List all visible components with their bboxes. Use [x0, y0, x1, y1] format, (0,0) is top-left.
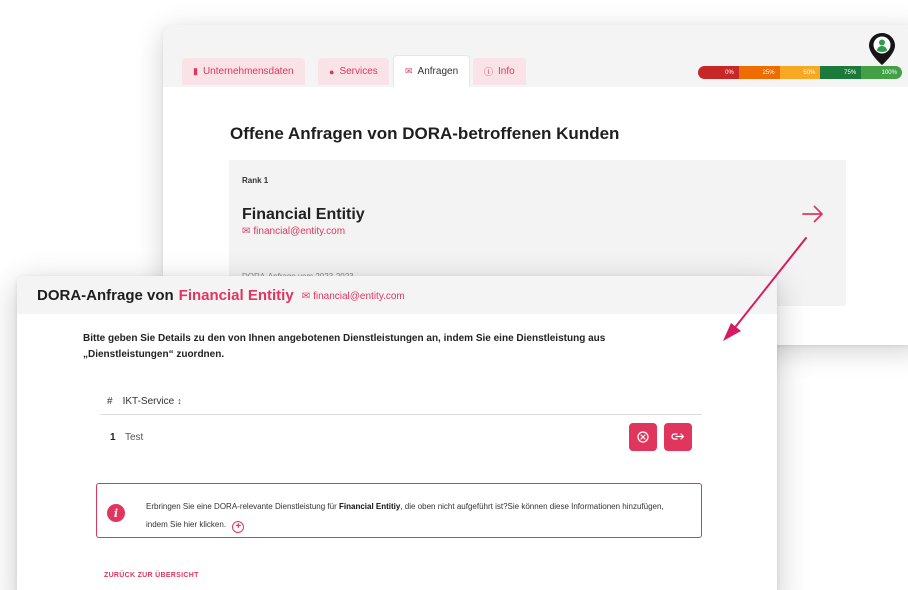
add-service-info-box[interactable]: i Erbringen Sie eine DORA-relevante Dien…: [96, 483, 702, 538]
close-circle-icon: [637, 431, 649, 443]
envelope-icon: ✉: [242, 226, 251, 237]
progress-segment: 50%: [779, 66, 821, 79]
location-pin-icon: [869, 33, 895, 65]
column-ikt-service[interactable]: IKT-Service ↕: [123, 396, 182, 407]
modal-company-name: Financial Entitiy: [178, 286, 294, 304]
modal-email[interactable]: ✉ financial@entity.com: [302, 291, 405, 302]
completion-progress-bar: 0% 25% 50% 75% 100%: [698, 66, 902, 79]
back-to-overview-link[interactable]: ZURÜCK ZUR ÜBERSICHT: [104, 572, 199, 579]
table-row-number: 1: [110, 432, 116, 443]
page-title: Offene Anfragen von DORA-betroffenen Kun…: [230, 124, 620, 143]
info-company-name: Financial Entitiy: [339, 502, 401, 511]
tab-label: Info: [498, 66, 515, 77]
tab-label: Services: [339, 66, 378, 77]
envelope-icon: ✉: [301, 290, 311, 302]
tab-services[interactable]: ● Services: [318, 58, 389, 85]
modal-header: DORA-Anfrage von Financial Entitiy ✉ fin…: [17, 276, 777, 314]
dora-request-modal: DORA-Anfrage von Financial Entitiy ✉ fin…: [17, 276, 777, 590]
table-divider: [100, 414, 702, 415]
company-name: Financial Entitiy: [242, 206, 365, 223]
modal-instructions: Bitte geben Sie Details zu den von Ihnen…: [83, 333, 606, 360]
top-bar: ▮ Unternehmensdaten ● Services ✉ Anfrage…: [163, 25, 908, 87]
company-email[interactable]: ✉ financial@entity.com: [242, 226, 345, 237]
progress-segment: 25%: [738, 66, 780, 79]
arrow-right-icon[interactable]: [802, 205, 824, 223]
progress-segment: 75%: [820, 66, 862, 79]
column-number: #: [107, 396, 113, 407]
tab-label: Anfragen: [417, 66, 459, 77]
tab-unternehmensdaten[interactable]: ▮ Unternehmensdaten: [182, 58, 305, 85]
modal-title-prefix: DORA-Anfrage von: [37, 286, 174, 304]
tab-anfragen[interactable]: ✉ Anfragen: [393, 55, 471, 87]
info-text-before: Erbringen Sie eine DORA-relevante Dienst…: [146, 502, 337, 511]
building-icon: ▮: [193, 66, 198, 76]
rank-label: Rank 1: [242, 176, 269, 185]
email-text: financial@entity.com: [253, 226, 346, 237]
table-header: # IKT-Service ↕: [107, 396, 182, 407]
info-icon: i: [107, 504, 125, 522]
assign-service-button[interactable]: [664, 423, 692, 451]
tab-label: Unternehmensdaten: [202, 66, 294, 77]
info-message: Erbringen Sie eine DORA-relevante Dienst…: [146, 498, 686, 534]
info-icon: ⓘ: [484, 67, 494, 77]
link-arrow-icon: [671, 433, 685, 440]
progress-segment: 100%: [861, 66, 902, 79]
screenshot-stage: ▮ Unternehmensdaten ● Services ✉ Anfrage…: [0, 0, 908, 590]
sort-icon[interactable]: ↕: [177, 396, 182, 406]
progress-segment: 0%: [698, 66, 739, 79]
user-icon: ●: [329, 66, 335, 77]
column-label: IKT-Service: [122, 396, 175, 407]
tab-info[interactable]: ⓘ Info: [473, 58, 526, 85]
table-row-service: Test: [125, 432, 144, 443]
plus-circle-icon[interactable]: +: [232, 520, 245, 533]
remove-service-button[interactable]: [629, 423, 657, 451]
envelope-icon: ✉: [405, 66, 413, 76]
email-text: financial@entity.com: [313, 290, 405, 302]
